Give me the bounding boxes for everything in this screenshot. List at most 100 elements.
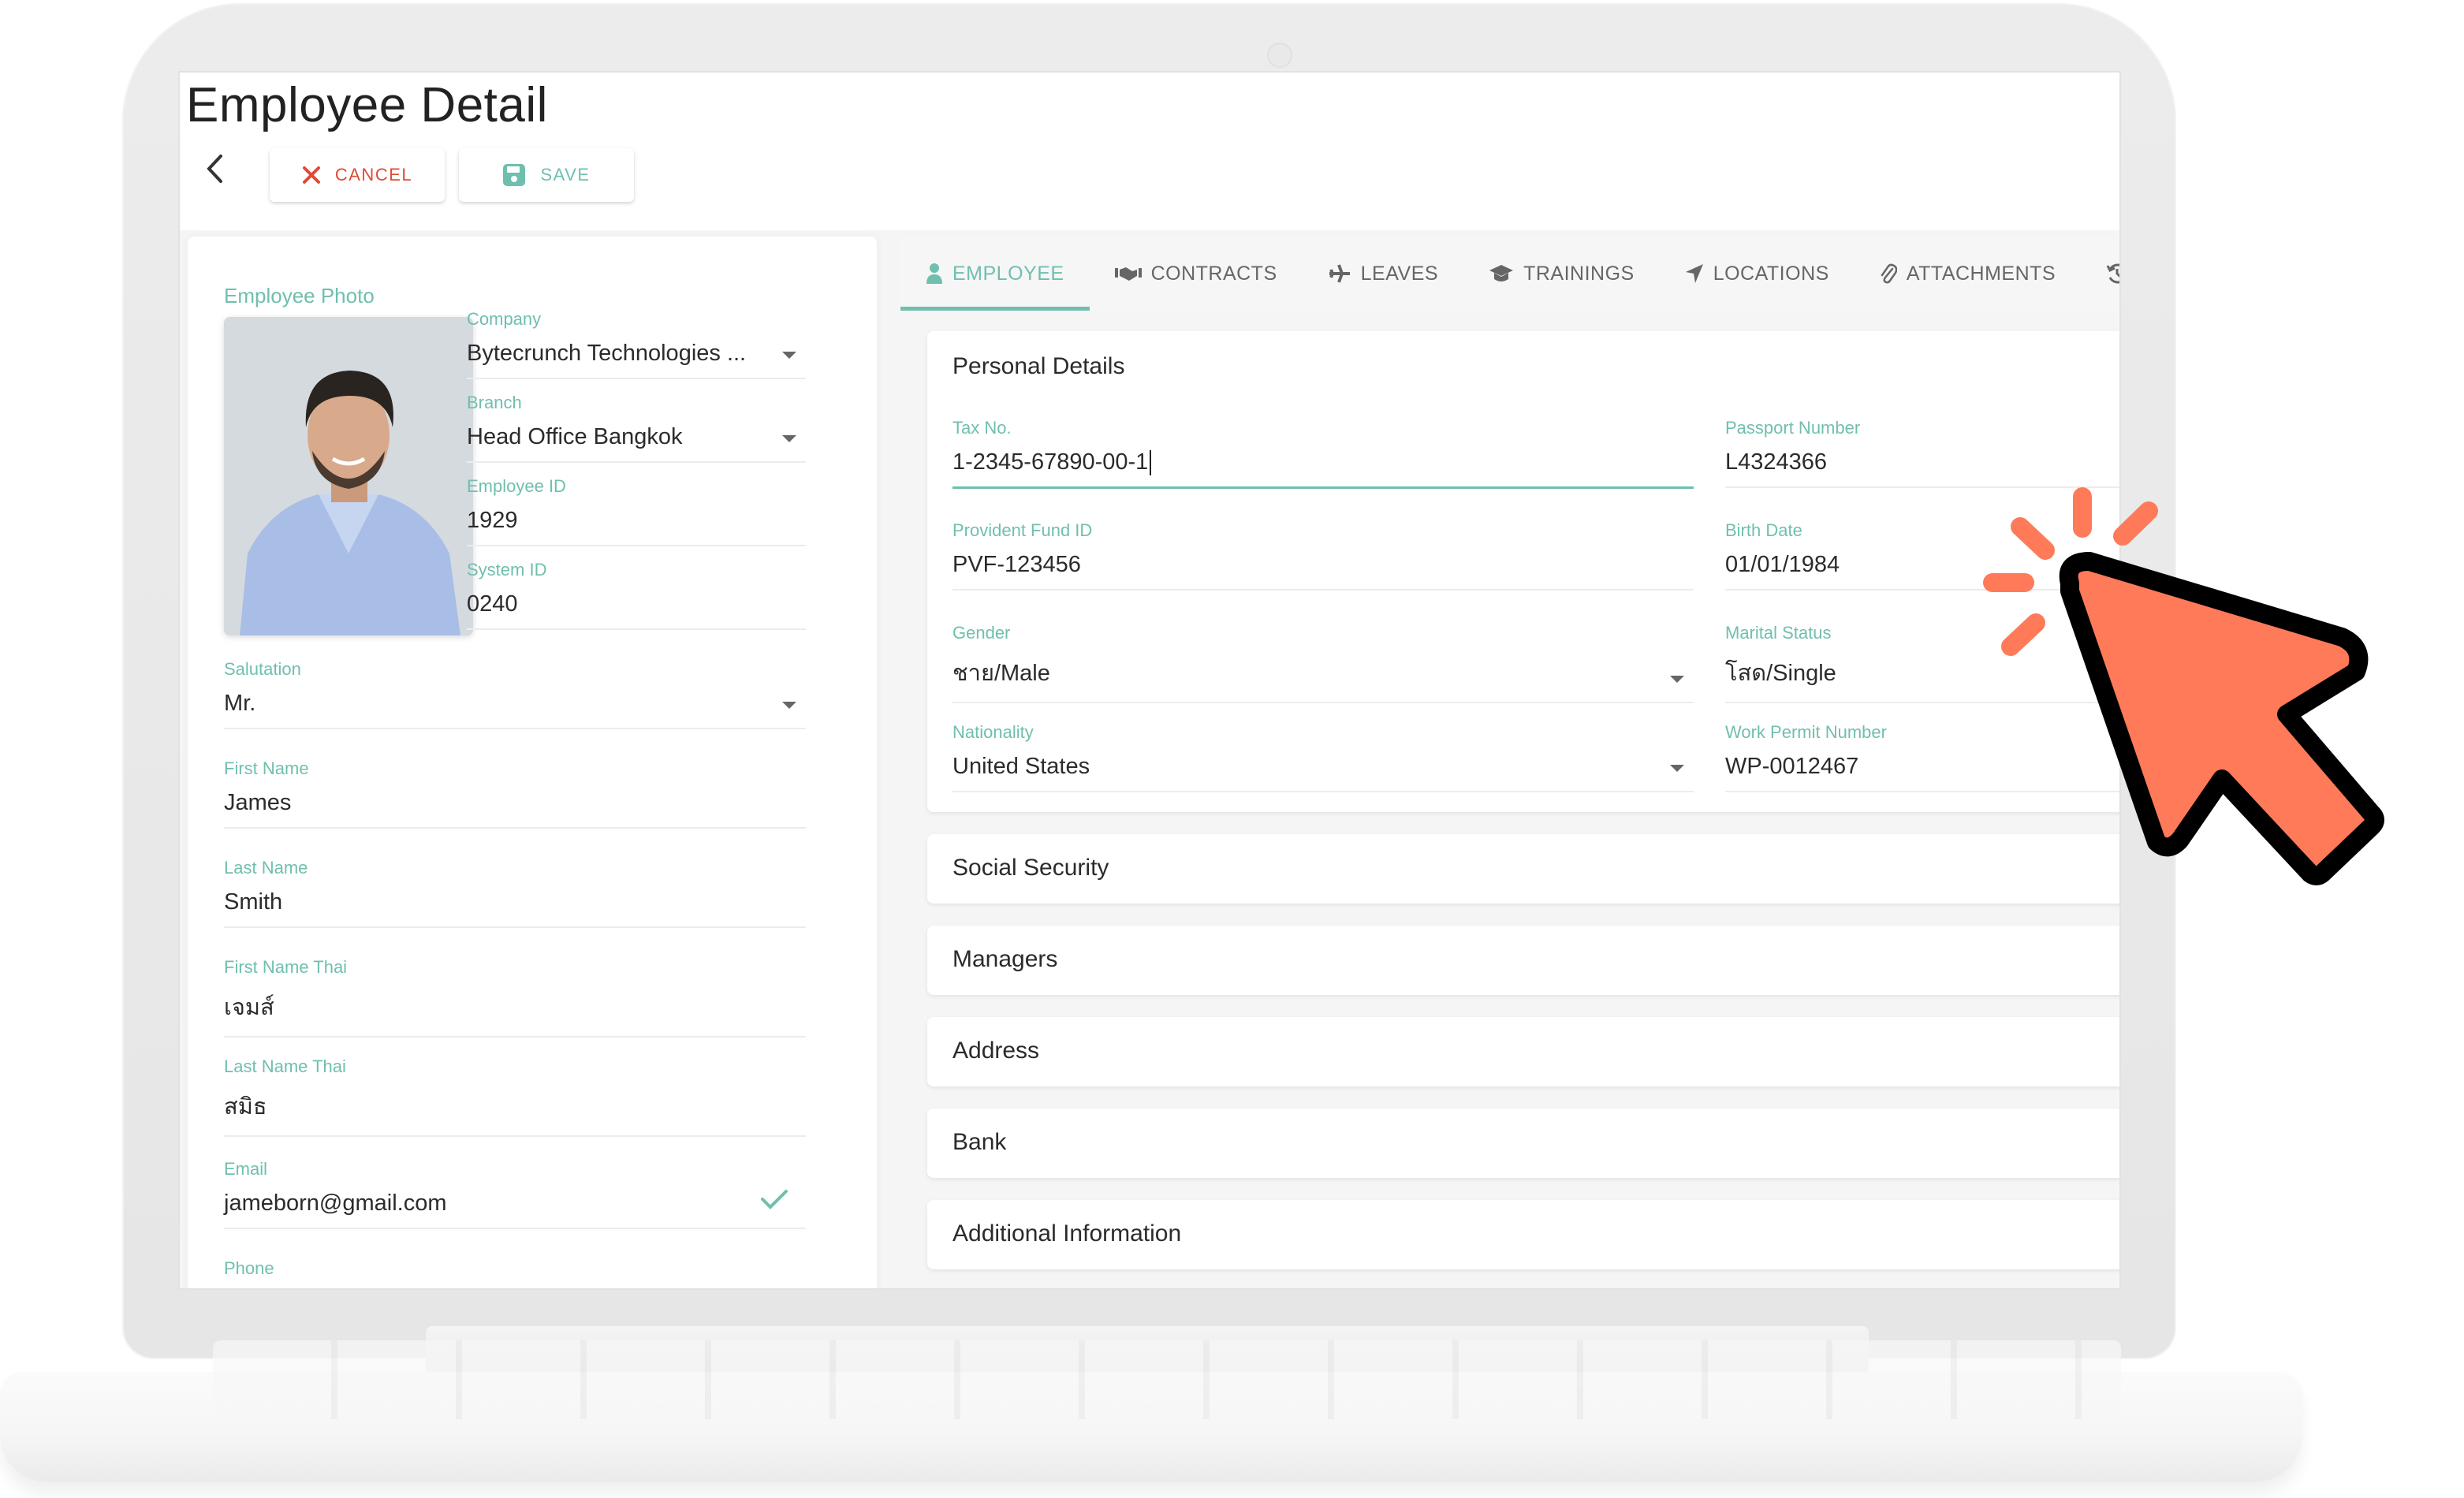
phone-field[interactable]: Phone [224,1258,806,1288]
tab-history[interactable] [2081,237,2119,311]
first-name-field[interactable]: First Name James [224,758,806,829]
employee-avatar-image [224,317,473,635]
photo-label: Employee Photo [224,284,375,307]
section-bank[interactable]: Bank [927,1109,2119,1178]
check-icon [761,1190,788,1209]
personal-details-card: Personal Details Tax No. 1-2345-67890-00… [927,331,2119,812]
section-title: Address [952,1038,1040,1064]
save-button[interactable]: SAVE [459,148,634,202]
tax-no-value: 1-2345-67890-00-1 [952,449,1149,475]
salutation-select[interactable]: Salutation Mr. [224,659,806,729]
cancel-button[interactable]: CANCEL [270,148,445,202]
provident-fund-id-value: PVF-123456 [952,552,1081,577]
handshake-icon [1114,267,1142,281]
gender-label: Gender [952,623,1011,643]
employee-photo[interactable] [224,317,473,635]
nationality-select[interactable]: Nationality United States [952,722,1694,792]
tab-trainings[interactable]: TRAININGS [1463,237,1660,311]
tab-content: Personal Details Tax No. 1-2345-67890-00… [900,311,2119,1288]
section-managers[interactable]: Managers [927,926,2119,995]
first-name-thai-label: First Name Thai [224,957,348,977]
company-value: Bytecrunch Technologies ... [467,341,747,366]
chevron-left-icon [207,155,222,183]
page-title: Employee Detail [186,78,548,132]
company-select[interactable]: Company Bytecrunch Technologies ... [467,309,806,379]
tab-contracts[interactable]: CONTRACTS [1090,237,1303,311]
salutation-label: Salutation [224,659,301,679]
company-label: Company [467,309,542,329]
tab-bar: EMPLOYEE CONTRACTS LEAVES TRAININGS LOCA… [900,237,2119,311]
passport-number-label: Passport Number [1725,418,1861,438]
location-arrow-icon [1685,264,1703,283]
tax-no-field[interactable]: Tax No. 1-2345-67890-00-1 [952,418,1694,490]
employee-id-value: 1929 [467,508,518,533]
plane-icon [1329,264,1350,283]
laptop-camera [1267,43,1292,68]
tab-attachments[interactable]: ATTACHMENTS [1855,237,2081,311]
section-social-security[interactable]: Social Security [927,834,2119,904]
tab-label: TRAININGS [1523,262,1635,285]
laptop-keyboard [213,1340,2121,1419]
last-name-label: Last Name [224,858,308,878]
user-icon [926,263,942,284]
first-name-thai-value: เจมส์ [224,995,274,1020]
nationality-value: United States [952,754,1090,779]
salutation-value: Mr. [224,691,256,716]
header-bar: Employee Detail CANCEL SAVE [180,73,2119,230]
section-title: Managers [952,946,1058,972]
paperclip-icon [1881,263,1897,284]
cancel-label: CANCEL [334,165,413,184]
text-cursor [1150,450,1152,476]
tab-label: ATTACHMENTS [1906,262,2056,285]
employee-id-field[interactable]: Employee ID 1929 [467,476,806,546]
phone-label: Phone [224,1258,274,1278]
section-title: Bank [952,1129,1007,1155]
dropdown-arrow-icon [782,435,796,442]
employee-detail-panel: EMPLOYEE CONTRACTS LEAVES TRAININGS LOCA… [900,237,2119,1288]
branch-select[interactable]: Branch Head Office Bangkok [467,393,806,463]
dropdown-arrow-icon [782,702,796,709]
provident-fund-id-label: Provident Fund ID [952,520,1093,540]
tax-no-label: Tax No. [952,418,1012,438]
dropdown-arrow-icon [782,352,796,359]
branch-value: Head Office Bangkok [467,424,683,449]
tab-label: EMPLOYEE [952,262,1064,285]
first-name-value: James [224,790,292,815]
gender-value: ชาย/Male [952,661,1050,686]
tab-employee[interactable]: EMPLOYEE [900,237,1090,311]
provident-fund-id-field[interactable]: Provident Fund ID PVF-123456 [952,520,1694,591]
back-button[interactable] [199,153,230,184]
dropdown-arrow-icon [1670,765,1684,772]
tab-leaves[interactable]: LEAVES [1303,237,1463,311]
tab-locations[interactable]: LOCATIONS [1660,237,1855,311]
first-name-thai-field[interactable]: First Name Thai เจมส์ [224,957,806,1038]
email-field[interactable]: Email jameborn@gmail.com [224,1159,806,1229]
section-title: Social Security [952,855,1109,881]
dropdown-arrow-icon [1670,676,1684,683]
save-icon [503,164,526,186]
tab-label: LOCATIONS [1713,262,1829,285]
tab-label: LEAVES [1360,262,1439,285]
system-id-value: 0240 [467,591,518,617]
history-icon [2106,263,2119,284]
click-pointer-icon [1983,487,2384,885]
nationality-label: Nationality [952,722,1034,742]
last-name-field[interactable]: Last Name Smith [224,858,806,928]
employee-id-label: Employee ID [467,476,566,496]
last-name-value: Smith [224,889,283,915]
section-additional-information[interactable]: Additional Information [927,1200,2119,1269]
branch-label: Branch [467,393,522,412]
section-address[interactable]: Address [927,1017,2119,1086]
system-id-field[interactable]: System ID 0240 [467,560,806,630]
section-title: Additional Information [952,1220,1182,1246]
last-name-thai-label: Last Name Thai [224,1056,346,1076]
graduation-cap-icon [1489,265,1514,281]
app-screen: Employee Detail CANCEL SAVE Employee Pho… [178,71,2121,1290]
last-name-thai-value: สมิธ [224,1094,267,1120]
first-name-label: First Name [224,758,309,778]
gender-select[interactable]: Gender ชาย/Male [952,623,1694,703]
personal-details-title: Personal Details [952,353,1125,379]
email-label: Email [224,1159,268,1179]
system-id-label: System ID [467,560,547,579]
last-name-thai-field[interactable]: Last Name Thai สมิธ [224,1056,806,1137]
